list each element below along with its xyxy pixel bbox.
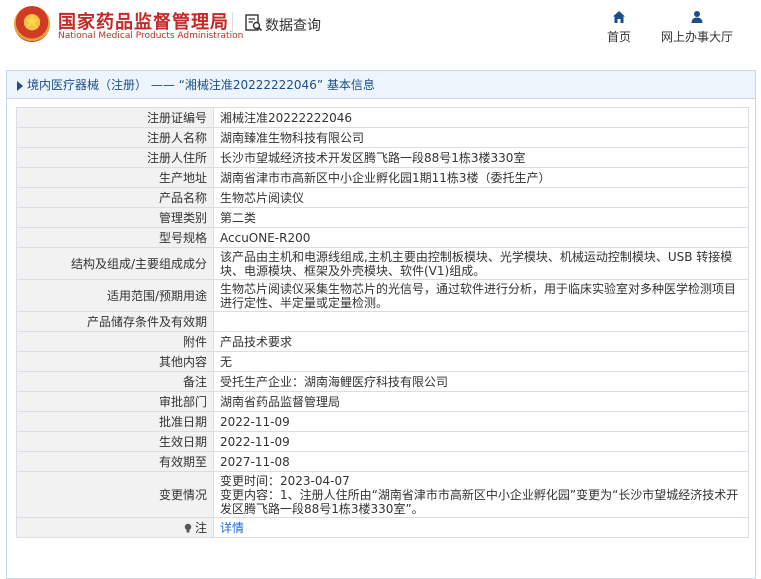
- table-row: 注册人名称 湖南臻准生物科技有限公司: [16, 127, 749, 148]
- nav-hall-label: 网上办事大厅: [660, 30, 733, 44]
- field-label: 生产地址: [16, 167, 214, 188]
- field-value: 长沙市望城经济技术开发区腾飞路一段88号1栋3楼330室: [213, 147, 749, 168]
- field-value: 无: [213, 351, 749, 372]
- field-label: 批准日期: [16, 411, 214, 432]
- field-label: 备注: [16, 371, 214, 392]
- table-row: 型号规格 AccuONE-R200: [16, 227, 749, 248]
- field-value: 生物芯片阅读仪: [213, 187, 749, 208]
- device-info-panel: 境内医疗器械（注册） —— “湘械注准20222222046” 基本信息 注册证…: [6, 70, 756, 579]
- site-header: ★ 国家药品监督管理局 National Medical Products Ad…: [0, 0, 761, 58]
- field-value: 产品技术要求: [213, 331, 749, 352]
- user-icon: [691, 11, 703, 23]
- table-row: 管理类别 第二类: [16, 207, 749, 228]
- table-row: 结构及组成/主要组成成分 该产品由主机和电源线组成,主机主要由控制板模块、光学模块…: [16, 247, 749, 280]
- field-value: 受托生产企业：湖南海鲤医疗科技有限公司: [213, 371, 749, 392]
- field-label: 产品名称: [16, 187, 214, 208]
- data-query-link[interactable]: 数据查询: [265, 15, 321, 35]
- table-row: 生产地址 湖南省津市市高新区中小企业孵化园1期11栋3楼（委托生产）: [16, 167, 749, 188]
- field-value: 该产品由主机和电源线组成,主机主要由控制板模块、光学模块、机械运动控制模块、US…: [213, 247, 749, 280]
- field-label: 审批部门: [16, 391, 214, 412]
- field-label: 适用范围/预期用途: [16, 279, 214, 312]
- nav-home[interactable]: 首页: [605, 10, 633, 45]
- brand-title-en: National Medical Products Administration: [58, 31, 244, 41]
- panel-title-text: 境内医疗器械（注册） —— “湘械注准20222222046” 基本信息: [27, 78, 375, 92]
- field-value: AccuONE-R200: [213, 227, 749, 248]
- header-divider: [232, 12, 233, 38]
- lightbulb-icon: [184, 523, 192, 533]
- table-row: 生效日期 2022-11-09: [16, 431, 749, 452]
- field-label: 型号规格: [16, 227, 214, 248]
- change-history-value: 变更时间：2023-04-07 变更内容：1、注册人住所由“湖南省津市市高新区中…: [213, 471, 749, 518]
- field-value: 湖南省药品监督管理局: [213, 391, 749, 412]
- data-query-icon[interactable]: [245, 14, 263, 32]
- field-value: 2022-11-09: [213, 411, 749, 432]
- nav-home-label: 首页: [606, 30, 631, 44]
- field-value: 湖南省津市市高新区中小企业孵化园1期11栋3楼（委托生产）: [213, 167, 749, 188]
- table-row: 变更情况 变更时间：2023-04-07 变更内容：1、注册人住所由“湖南省津市市…: [16, 471, 749, 518]
- field-label: 注册人名称: [16, 127, 214, 148]
- info-table: 注册证编号 湘械注准20222222046 注册人名称 湖南臻准生物科技有限公司 注…: [16, 107, 749, 538]
- field-value: 详情: [213, 517, 749, 538]
- table-row: 注册人住所 长沙市望城经济技术开发区腾飞路一段88号1栋3楼330室: [16, 147, 749, 168]
- field-value: 湘械注准20222222046: [213, 107, 749, 128]
- table-row: 批准日期 2022-11-09: [16, 411, 749, 432]
- table-row: 适用范围/预期用途 生物芯片阅读仪采集生物芯片的光信号，通过软件进行分析，用于临床…: [16, 279, 749, 312]
- field-label-note: 注: [16, 517, 214, 538]
- table-row: 有效期至 2027-11-08: [16, 451, 749, 472]
- table-row: 其他内容无: [16, 351, 749, 372]
- field-label: 附件: [16, 331, 214, 352]
- emblem-logo: ★: [14, 6, 50, 42]
- field-value: 第二类: [213, 207, 749, 228]
- panel-title: 境内医疗器械（注册） —— “湘械注准20222222046” 基本信息: [7, 71, 755, 99]
- field-value: [213, 311, 749, 332]
- nav-online-hall[interactable]: 网上办事大厅: [655, 10, 739, 45]
- table-row: 备注 受托生产企业：湖南海鲤医疗科技有限公司: [16, 371, 749, 392]
- field-label: 生效日期: [16, 431, 214, 452]
- field-label: 结构及组成/主要组成成分: [16, 247, 214, 280]
- table-row: 产品储存条件及有效期: [16, 311, 749, 332]
- note-label: 注: [194, 521, 207, 535]
- field-label: 管理类别: [16, 207, 214, 228]
- table-row: 注 详情: [16, 517, 749, 538]
- field-label: 有效期至: [16, 451, 214, 472]
- table-row: 审批部门 湖南省药品监督管理局: [16, 391, 749, 412]
- field-label: 产品储存条件及有效期: [16, 311, 214, 332]
- field-value: 2022-11-09: [213, 431, 749, 452]
- table-row: 产品名称 生物芯片阅读仪: [16, 187, 749, 208]
- details-link[interactable]: 详情: [220, 521, 244, 535]
- field-value: 生物芯片阅读仪采集生物芯片的光信号，通过软件进行分析，用于临床实验室对多种医学检…: [213, 279, 749, 312]
- field-label: 注册人住所: [16, 147, 214, 168]
- caret-right-icon: [17, 80, 23, 91]
- table-row: 附件 产品技术要求: [16, 331, 749, 352]
- field-label: 其他内容: [16, 351, 214, 372]
- field-value: 湖南臻准生物科技有限公司: [213, 127, 749, 148]
- field-label: 注册证编号: [16, 107, 214, 128]
- field-label: 变更情况: [16, 471, 214, 518]
- home-icon: [613, 11, 625, 23]
- field-value: 2027-11-08: [213, 451, 749, 472]
- table-row: 注册证编号 湘械注准20222222046: [16, 107, 749, 128]
